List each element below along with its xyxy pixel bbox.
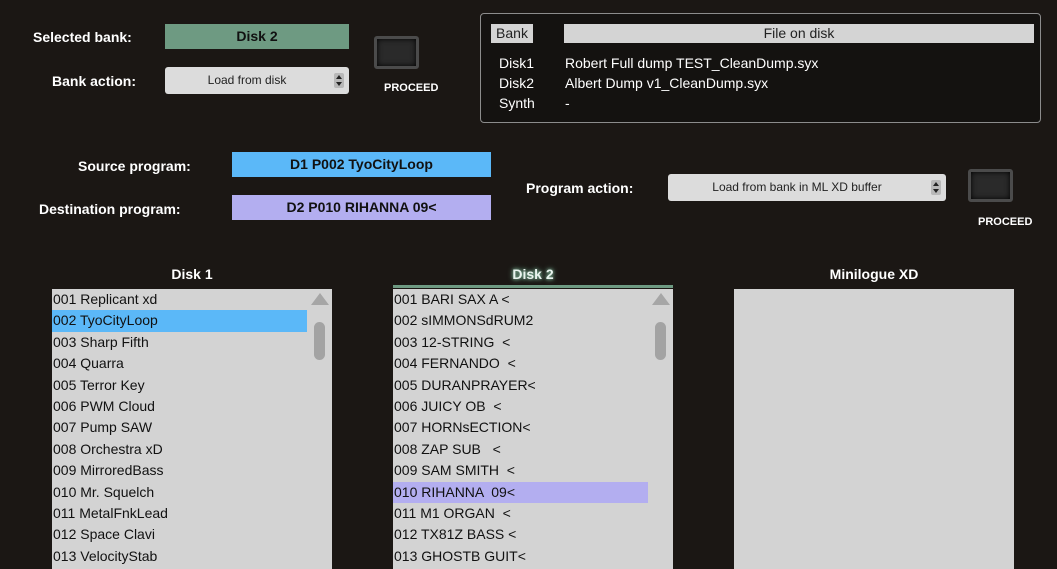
bank-action-value: Load from disk xyxy=(207,73,287,87)
disk1-title: Disk 1 xyxy=(171,266,213,282)
file-cell: Robert Full dump TEST_CleanDump.syx xyxy=(565,55,819,71)
list-item[interactable]: 006 PWM Cloud xyxy=(52,396,332,417)
list-item[interactable]: 008 ZAP SUB < xyxy=(393,439,673,460)
list-item[interactable]: 009 MirroredBass xyxy=(52,460,332,481)
list-item[interactable]: 006 JUICY OB < xyxy=(393,396,673,417)
file-cell: Albert Dump v1_CleanDump.syx xyxy=(565,75,769,91)
bank-file-table: Bank File on disk Disk1 Robert Full dump… xyxy=(480,13,1041,123)
list-item[interactable]: 004 FERNANDO < xyxy=(393,353,673,374)
list-item[interactable]: 011 MetalFnkLead xyxy=(52,503,332,524)
list-item[interactable]: 008 Orchestra xD xyxy=(52,439,332,460)
list-item[interactable]: 003 Sharp Fifth xyxy=(52,332,332,353)
bank-proceed-button[interactable] xyxy=(374,36,419,69)
program-proceed-label: PROCEED xyxy=(978,216,1033,228)
list-item[interactable]: 007 HORNsECTION< xyxy=(393,417,673,438)
file-cell: - xyxy=(565,95,570,111)
bank-cell: Disk2 xyxy=(499,75,535,91)
program-action-label: Program action: xyxy=(526,180,634,196)
list-item[interactable]: 005 Terror Key xyxy=(52,375,332,396)
scrollbar-thumb[interactable] xyxy=(655,322,666,360)
updown-arrows-icon xyxy=(931,180,941,195)
synth-title: Minilogue XD xyxy=(829,266,919,282)
bank-action-select[interactable]: Load from disk xyxy=(165,67,349,94)
selected-bank-field: Disk 2 xyxy=(165,24,349,49)
list-item[interactable]: 011 M1 ORGAN < xyxy=(393,503,673,524)
disk2-title-text: Disk 2 xyxy=(512,266,554,282)
program-action-value: Load from bank in ML XD buffer xyxy=(712,180,882,194)
list-item[interactable]: 012 Space Clavi xyxy=(52,524,332,545)
list-item[interactable]: 012 TX81Z BASS < xyxy=(393,524,673,545)
scroll-up-arrow-icon[interactable] xyxy=(311,293,329,305)
destination-program-field: D2 P010 RIHANNA 09< xyxy=(232,195,491,220)
synth-program-list[interactable] xyxy=(734,289,1014,569)
selected-bank-label: Selected bank: xyxy=(33,29,132,45)
disk2-title[interactable]: Disk 2 xyxy=(393,266,673,282)
scroll-up-arrow-icon[interactable] xyxy=(652,293,670,305)
updown-arrows-icon xyxy=(334,73,344,88)
program-action-select[interactable]: Load from bank in ML XD buffer xyxy=(668,174,946,201)
list-item[interactable]: 004 Quarra xyxy=(52,353,332,374)
list-item[interactable]: 001 BARI SAX A < xyxy=(393,289,673,310)
list-item[interactable]: 001 Replicant xd xyxy=(52,289,332,310)
bank-proceed-label: PROCEED xyxy=(384,82,439,94)
list-item[interactable]: 009 SAM SMITH < xyxy=(393,460,673,481)
list-item[interactable]: 003 12-STRING < xyxy=(393,332,673,353)
list-item[interactable]: 010 RIHANNA 09< xyxy=(393,481,648,503)
source-program-field: D1 P002 TyoCityLoop xyxy=(232,152,491,177)
disk2-program-list[interactable]: 001 BARI SAX A <002 sIMMONSdRUM2 003 12-S… xyxy=(393,289,673,569)
disk1-program-list[interactable]: 001 Replicant xd 002 TyoCityLoop 003 Sharp… xyxy=(52,289,332,569)
file-column-header: File on disk xyxy=(564,24,1034,43)
program-proceed-button[interactable] xyxy=(968,169,1013,202)
list-item[interactable]: 002 TyoCityLoop xyxy=(52,310,307,332)
destination-program-label: Destination program: xyxy=(39,201,181,217)
list-item[interactable]: 007 Pump SAW xyxy=(52,417,332,438)
disk2-active-underline xyxy=(393,285,673,288)
bank-cell: Disk1 xyxy=(499,55,535,71)
bank-action-label: Bank action: xyxy=(52,73,137,89)
bank-column-header: Bank xyxy=(491,24,533,43)
list-item[interactable]: 002 sIMMONSdRUM2 xyxy=(393,310,673,331)
list-item[interactable]: 010 Mr. Squelch xyxy=(52,482,332,503)
scrollbar-thumb[interactable] xyxy=(314,322,325,360)
bank-cell: Synth xyxy=(499,95,535,111)
source-program-label: Source program: xyxy=(78,158,191,174)
list-item[interactable]: 005 DURANPRAYER< xyxy=(393,375,673,396)
